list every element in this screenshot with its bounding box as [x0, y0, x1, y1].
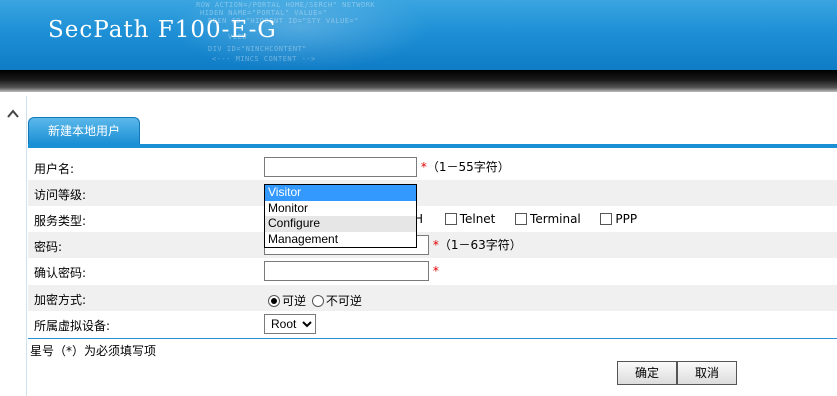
form-row-encryption: 加密方式: 可逆 不可逆: [28, 285, 837, 311]
access-level-dropdown[interactable]: Visitor Monitor Configure Management: [264, 184, 417, 248]
form-row-password: 密码: *（1－63字符）: [28, 232, 837, 258]
password-hint: （1－63字符）: [438, 238, 522, 252]
access-level-option-monitor[interactable]: Monitor: [265, 201, 416, 217]
irreversible-radio[interactable]: [311, 295, 324, 307]
virtual-device-select[interactable]: Root: [264, 314, 316, 334]
confirm-password-label: 确认密码:: [34, 266, 87, 280]
access-level-option-visitor[interactable]: Visitor: [265, 185, 416, 201]
service-type-label: 服务类型:: [34, 214, 87, 228]
form-row-access-level: 访问等级:: [28, 180, 837, 206]
banner-code-line: DIV ID="NINCHCONTENT": [208, 45, 308, 53]
ppp-label: PPP: [615, 212, 638, 226]
header-black-bar: [0, 70, 837, 92]
tab-new-local-user[interactable]: 新建本地用户: [28, 117, 140, 144]
required-mark: *: [432, 264, 439, 278]
terminal-label: Terminal: [530, 212, 581, 226]
access-level-option-management[interactable]: Management: [265, 232, 416, 248]
form-row-confirm-password: 确认密码: *: [28, 258, 837, 284]
virtual-device-label: 所属虚拟设备:: [34, 319, 111, 333]
telnet-label: Telnet: [459, 212, 496, 226]
password-label: 密码:: [34, 240, 63, 254]
left-divider: [26, 96, 27, 396]
ok-button[interactable]: 确定: [617, 361, 677, 385]
reversible-label: 可逆: [282, 294, 307, 308]
required-note: 星号（*）为必须填写项: [30, 344, 157, 358]
encryption-label: 加密方式:: [34, 293, 87, 307]
terminal-checkbox[interactable]: [515, 213, 528, 225]
irreversible-label: 不可逆: [325, 294, 362, 308]
form-row-service-type: 服务类型: H Telnet Terminal PPP: [28, 206, 837, 232]
cancel-button[interactable]: 取消: [677, 361, 737, 385]
form-bottom-divider: [28, 338, 837, 339]
brand-title: SecPath F100-E-G: [48, 17, 277, 43]
collapse-up-icon[interactable]: [6, 108, 20, 120]
ppp-checkbox[interactable]: [600, 213, 613, 225]
username-label: 用户名:: [34, 162, 75, 176]
access-level-option-configure[interactable]: Configure: [265, 216, 416, 232]
tab-underline: [28, 144, 837, 148]
banner-code-line: HIDEN NAME="PORTAL" VALUE=": [200, 9, 328, 17]
telnet-checkbox[interactable]: [444, 213, 457, 225]
username-hint: （1－55字符）: [426, 160, 510, 174]
username-input[interactable]: [264, 157, 417, 177]
form-row-virtual-device: 所属虚拟设备: Root: [28, 311, 837, 337]
banner-code-line: <--- MINCS CONTENT -->: [212, 55, 316, 63]
banner-code-line: ROW ACTION=/PORTAL HOME/SERCH" NETWORK: [196, 1, 376, 9]
access-level-label: 访问等级:: [34, 188, 87, 202]
form-row-username: 用户名: *（1－55字符）: [28, 154, 837, 180]
header-banner: ROW ACTION=/PORTAL HOME/SERCH" NETWORK H…: [0, 0, 837, 70]
reversible-radio[interactable]: [268, 295, 280, 307]
confirm-password-input[interactable]: [264, 261, 429, 281]
